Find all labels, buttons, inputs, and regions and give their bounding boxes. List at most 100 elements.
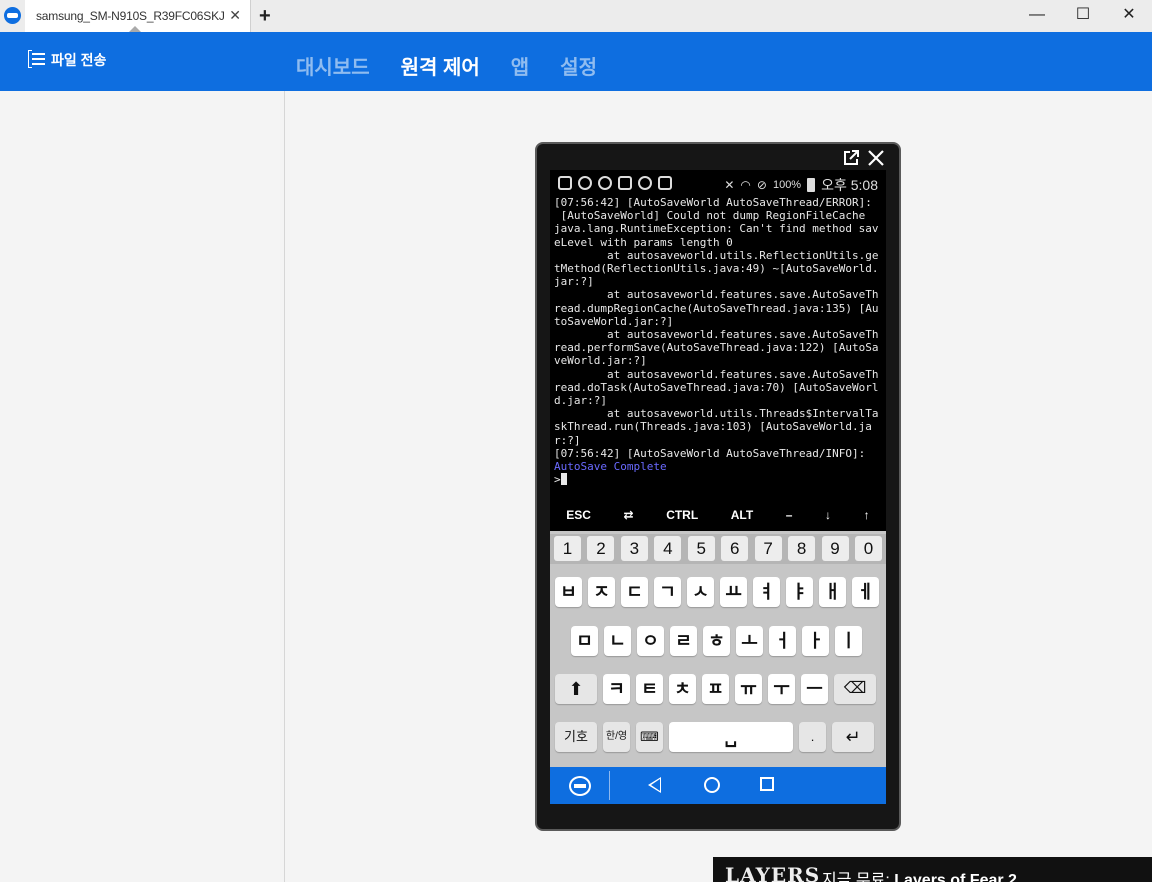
ad-logo: LAYERS	[725, 863, 821, 882]
add-tab-button[interactable]: +	[259, 5, 271, 28]
key-3[interactable]: 3	[620, 536, 648, 561]
terminal-line: at autosaveworld.features.save.AutoSaveT…	[554, 328, 879, 368]
app-header: 파일 전송 대시보드 원격 제어 앱 설정	[0, 32, 1152, 91]
terminal-line: [07:56:42] [AutoSaveWorld AutoSaveThread…	[554, 196, 872, 209]
key[interactable]: ㅋ	[603, 674, 630, 704]
key[interactable]: ㅣ	[835, 626, 862, 656]
recent-apps-icon[interactable]	[760, 777, 774, 791]
key-8[interactable]: 8	[788, 536, 816, 561]
key[interactable]: ㅗ	[736, 626, 763, 656]
home-icon[interactable]	[704, 777, 720, 793]
key[interactable]: ㅏ	[802, 626, 829, 656]
key[interactable]: ㅡ	[801, 674, 828, 704]
key[interactable]: ㅅ	[687, 577, 714, 607]
alt-key[interactable]: ALT	[731, 508, 753, 522]
file-transfer-button[interactable]: 파일 전송	[28, 50, 106, 70]
key[interactable]: ㅓ	[769, 626, 796, 656]
key-9[interactable]: 9	[821, 536, 849, 561]
key[interactable]: ㄹ	[670, 626, 697, 656]
minimize-button[interactable]: —	[1014, 0, 1060, 32]
terminal-extra-keys: ESC ⇄ CTRL ALT – ↓ ↑	[550, 500, 886, 530]
back-icon[interactable]	[648, 777, 661, 793]
status-time: 오후 5:08	[821, 177, 878, 193]
language-key[interactable]: 한/영	[603, 722, 630, 752]
key[interactable]: ㅈ	[588, 577, 615, 607]
main-nav: 대시보드 원격 제어 앱 설정	[296, 51, 628, 80]
key[interactable]: ㅑ	[786, 577, 813, 607]
key[interactable]: ㅊ	[669, 674, 696, 704]
arrow-down-key[interactable]: ↓	[825, 508, 831, 522]
ad-title: Layers of Fear 2	[894, 872, 1017, 882]
title-bar: samsung_SM-N910S_R39FC06SKJ ✕ + — ☐ ✕	[0, 0, 1152, 32]
key[interactable]: ㅐ	[819, 577, 846, 607]
terminal-line: [07:56:42] [AutoSaveWorld AutoSaveThread…	[554, 446, 866, 460]
close-window-button[interactable]: ✕	[1106, 0, 1152, 32]
key-0[interactable]: 0	[854, 536, 882, 561]
keyboard-settings-icon[interactable]: ⌨	[636, 722, 663, 752]
key-7[interactable]: 7	[754, 536, 782, 561]
teamviewer-icon[interactable]	[569, 776, 591, 796]
close-icon[interactable]	[867, 149, 885, 167]
battery-icon	[807, 178, 816, 192]
symbols-key[interactable]: 기호	[555, 722, 597, 752]
enter-key[interactable]: ↵	[832, 722, 874, 752]
key[interactable]: ㅜ	[768, 674, 795, 704]
phone-frame: ✕ ◠ ⊘ 100% 오후 5:08 [07:56:42] [AutoSaveW…	[535, 142, 901, 831]
file-transfer-label: 파일 전송	[51, 52, 107, 68]
tab-remote-control[interactable]: 원격 제어	[401, 51, 480, 80]
key[interactable]: ㄴ	[604, 626, 631, 656]
tab-dashboard[interactable]: 대시보드	[296, 51, 370, 80]
terminal-line: at autosaveworld.utils.ReflectionUtils.g…	[554, 248, 879, 289]
key[interactable]: ㅎ	[703, 626, 730, 656]
terminal-output[interactable]: [07:56:42] [AutoSaveWorld AutoSaveThread…	[554, 196, 884, 486]
esc-key[interactable]: ESC	[566, 508, 591, 522]
key[interactable]: ㅍ	[702, 674, 729, 704]
terminal-prompt-line[interactable]: >	[554, 473, 884, 486]
key[interactable]: ㅛ	[720, 577, 747, 607]
session-tab[interactable]: samsung_SM-N910S_R39FC06SKJ ✕	[25, 0, 251, 32]
key[interactable]: ㅔ	[852, 577, 879, 607]
key[interactable]: ㅇ	[637, 626, 664, 656]
ad-banner[interactable]: LAYERS 지금 무료: Layers of Fear 2	[713, 857, 1152, 882]
shift-key[interactable]: ⬆	[555, 674, 597, 704]
arrow-up-key[interactable]: ↑	[864, 508, 870, 522]
key[interactable]: ㄱ	[654, 577, 681, 607]
key[interactable]: ㅂ	[555, 577, 582, 607]
key[interactable]: ㅠ	[735, 674, 762, 704]
tab-key[interactable]: ⇄	[624, 508, 634, 522]
key-1[interactable]: 1	[554, 536, 581, 561]
key-row-1: ㅂ ㅈ ㄷ ㄱ ㅅ ㅛ ㅕ ㅑ ㅐ ㅔ	[555, 577, 879, 607]
tab-settings[interactable]: 설정	[560, 51, 597, 80]
soft-keyboard: 1 2 3 4 5 6 7 8 9 0 ㅂ ㅈ ㄷ ㄱ ㅅ ㅛ ㅕ ㅑ ㅐ ㅔ …	[550, 531, 886, 767]
terminal-highlight-line: AutoSave Complete	[554, 460, 667, 474]
popout-icon[interactable]	[842, 149, 860, 167]
tab-apps[interactable]: 앱	[511, 51, 529, 80]
status-bar: ✕ ◠ ⊘ 100% 오후 5:08	[550, 170, 886, 196]
period-key[interactable]: .	[799, 722, 826, 752]
mute-icon: ✕	[724, 178, 735, 192]
terminal-line: at autosaveworld.utils.Threads$IntervalT…	[554, 407, 879, 447]
space-key[interactable]: ␣	[669, 722, 793, 752]
terminal-line: [AutoSaveWorld] Could not dump RegionFil…	[554, 209, 866, 223]
ctrl-key[interactable]: CTRL	[666, 508, 698, 522]
dash-key[interactable]: –	[786, 508, 793, 522]
key[interactable]: ㅌ	[636, 674, 663, 704]
key-2[interactable]: 2	[587, 536, 615, 561]
wifi-icon: ◠	[740, 178, 751, 192]
device-screen[interactable]: ✕ ◠ ⊘ 100% 오후 5:08 [07:56:42] [AutoSaveW…	[550, 170, 886, 804]
key-row-4: 기호 한/영 ⌨ ␣ . ↵	[555, 722, 874, 752]
key[interactable]: ㅁ	[571, 626, 598, 656]
prompt-symbol: >	[554, 473, 561, 487]
key-5[interactable]: 5	[687, 536, 715, 561]
text-cursor	[560, 473, 567, 486]
key[interactable]: ㄷ	[621, 577, 648, 607]
ad-prefix: 지금 무료:	[822, 872, 895, 882]
backspace-key[interactable]: ⌫	[834, 674, 876, 704]
key-4[interactable]: 4	[654, 536, 682, 561]
teamviewer-logo-icon	[4, 7, 21, 24]
key[interactable]: ㅕ	[753, 577, 780, 607]
maximize-button[interactable]: ☐	[1060, 0, 1106, 32]
key-6[interactable]: 6	[721, 536, 749, 561]
tab-close-icon[interactable]: ✕	[229, 7, 241, 24]
android-nav-bar	[550, 767, 886, 804]
